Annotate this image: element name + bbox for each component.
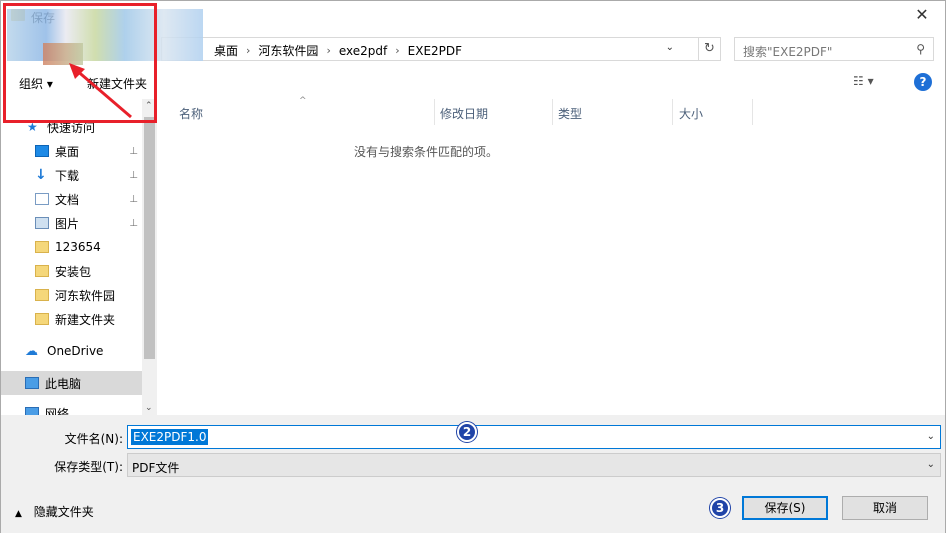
column-label: 大小 — [679, 107, 704, 121]
desktop-icon — [35, 145, 49, 157]
step-badge-2: 2 — [457, 422, 477, 442]
navigation-pane: ★ 快速访问 桌面 ⊥ ↓ 下载 ⊥ 文档 ⊥ 图片 ⊥ 123654 安装包 … — [1, 99, 157, 415]
pin-icon: ⊥ — [129, 217, 138, 229]
empty-message: 没有与搜索条件匹配的项。 — [353, 145, 498, 159]
address-bar[interactable]: 桌面 › 河东软件园 › exe2pdf › EXE2PDF ⌄ — [161, 37, 699, 61]
breadcrumb-desktop[interactable]: 桌面 — [210, 42, 242, 59]
column-label: 名称 — [179, 107, 204, 121]
computer-icon — [25, 377, 39, 389]
filename-label: 文件名(N): — [64, 432, 123, 446]
download-icon: ↓ — [35, 167, 47, 183]
network-icon — [25, 407, 39, 415]
column-header-type[interactable]: 类型 — [553, 99, 673, 125]
nav-item-network[interactable]: 网络 — [1, 401, 142, 415]
breadcrumb: 桌面 › 河东软件园 › exe2pdf › EXE2PDF — [210, 42, 466, 59]
nav-item-label: OneDrive — [47, 344, 104, 358]
nav-item-new-folder[interactable]: 新建文件夹 — [1, 307, 142, 331]
breadcrumb-EXE2PDF[interactable]: EXE2PDF — [404, 44, 466, 58]
search-placeholder: 搜索"EXE2PDF" — [743, 45, 833, 59]
cancel-button[interactable]: 取消 — [842, 496, 928, 520]
document-icon — [35, 193, 49, 205]
chevron-down-icon[interactable]: ⌄ — [927, 431, 935, 442]
save-dialog: 保存 ✕ 桌面 › 河东软件园 › exe2pdf › EXE2PDF ⌄ ↻ … — [0, 0, 946, 533]
nav-item-label: 文档 — [55, 192, 80, 207]
breadcrumb-hedong[interactable]: 河东软件园 — [254, 42, 322, 59]
nav-item-desktop[interactable]: 桌面 ⊥ — [1, 139, 142, 163]
filename-field[interactable]: EXE2PDF1.0 ⌄ — [127, 425, 941, 449]
nav-item-hedong[interactable]: 河东软件园 — [1, 283, 142, 307]
nav-item-label: 安装包 — [55, 264, 92, 279]
filename-value[interactable]: EXE2PDF1.0 — [131, 429, 209, 445]
nav-item-label: 新建文件夹 — [55, 312, 116, 327]
pin-icon: ⊥ — [129, 193, 138, 205]
chevron-down-icon[interactable]: ⌄ — [927, 459, 935, 470]
nav-item-label: 图片 — [55, 216, 80, 231]
column-header-size[interactable]: 大小 — [673, 99, 753, 125]
annotation-arrow — [69, 63, 132, 119]
sort-icon: ^ — [299, 96, 307, 106]
scrollbar-thumb[interactable] — [144, 117, 155, 359]
cloud-icon: ☁ — [25, 343, 38, 359]
chevron-up-icon: ▲ — [15, 509, 22, 519]
chevron-down-icon[interactable]: ⌄ — [145, 403, 153, 413]
nav-item-this-pc[interactable]: 此电脑 — [1, 371, 142, 395]
folder-icon — [35, 241, 49, 253]
folder-icon — [35, 313, 49, 325]
column-label: 类型 — [558, 107, 583, 121]
column-header-date[interactable]: 修改日期 — [435, 99, 553, 125]
nav-item-installers[interactable]: 安装包 — [1, 259, 142, 283]
view-options-button[interactable]: ☷ ▾ — [853, 74, 874, 88]
nav-item-label: 123654 — [55, 240, 101, 254]
folder-icon — [35, 265, 49, 277]
breadcrumb-exe2pdf[interactable]: exe2pdf — [335, 44, 391, 58]
nav-item-onedrive[interactable]: ☁ OneDrive — [1, 339, 142, 363]
nav-scrollbar[interactable]: ⌃ ⌄ — [142, 99, 157, 415]
pin-icon: ⊥ — [129, 145, 138, 157]
nav-item-label: 下载 — [55, 168, 80, 183]
nav-item-label: 桌面 — [55, 144, 80, 159]
help-icon[interactable]: ? — [914, 73, 932, 91]
chevron-right-icon[interactable]: › — [322, 44, 334, 57]
folder-icon — [35, 289, 49, 301]
column-header-name[interactable]: 名称 ^ — [159, 96, 435, 125]
nav-item-documents[interactable]: 文档 ⊥ — [1, 187, 142, 211]
nav-item-label: 网络 — [45, 406, 70, 416]
pin-icon: ⊥ — [129, 169, 138, 181]
filetype-value: PDF文件 — [132, 461, 180, 475]
filetype-label: 保存类型(T): — [54, 460, 123, 474]
nav-item-downloads[interactable]: ↓ 下载 ⊥ — [1, 163, 142, 187]
hide-folders-toggle[interactable]: ▲ 隐藏文件夹 — [15, 503, 94, 520]
nav-item-pictures[interactable]: 图片 ⊥ — [1, 211, 142, 235]
search-icon[interactable]: ⚲ — [916, 42, 925, 56]
save-button[interactable]: 保存(S) — [742, 496, 828, 520]
nav-item-label: 此电脑 — [45, 376, 82, 391]
chevron-right-icon[interactable]: › — [242, 44, 254, 57]
pictures-icon — [35, 217, 49, 229]
column-label: 修改日期 — [440, 107, 489, 121]
search-input[interactable]: 搜索"EXE2PDF" ⚲ — [734, 37, 934, 61]
refresh-button[interactable]: ↻ — [699, 37, 721, 61]
nav-item-label: 河东软件园 — [55, 288, 116, 303]
hide-folders-label: 隐藏文件夹 — [33, 505, 94, 519]
nav-item-123654[interactable]: 123654 — [1, 235, 142, 259]
step-badge-3: 3 — [710, 498, 730, 518]
file-list[interactable]: 名称 ^ 修改日期 类型 大小 没有与搜索条件匹配的项。 — [159, 96, 945, 415]
chevron-down-icon[interactable]: ⌄ — [666, 42, 674, 53]
close-button[interactable]: ✕ — [899, 1, 945, 31]
chevron-right-icon[interactable]: › — [391, 44, 403, 57]
filetype-select[interactable]: PDF文件 ⌄ — [127, 453, 941, 477]
